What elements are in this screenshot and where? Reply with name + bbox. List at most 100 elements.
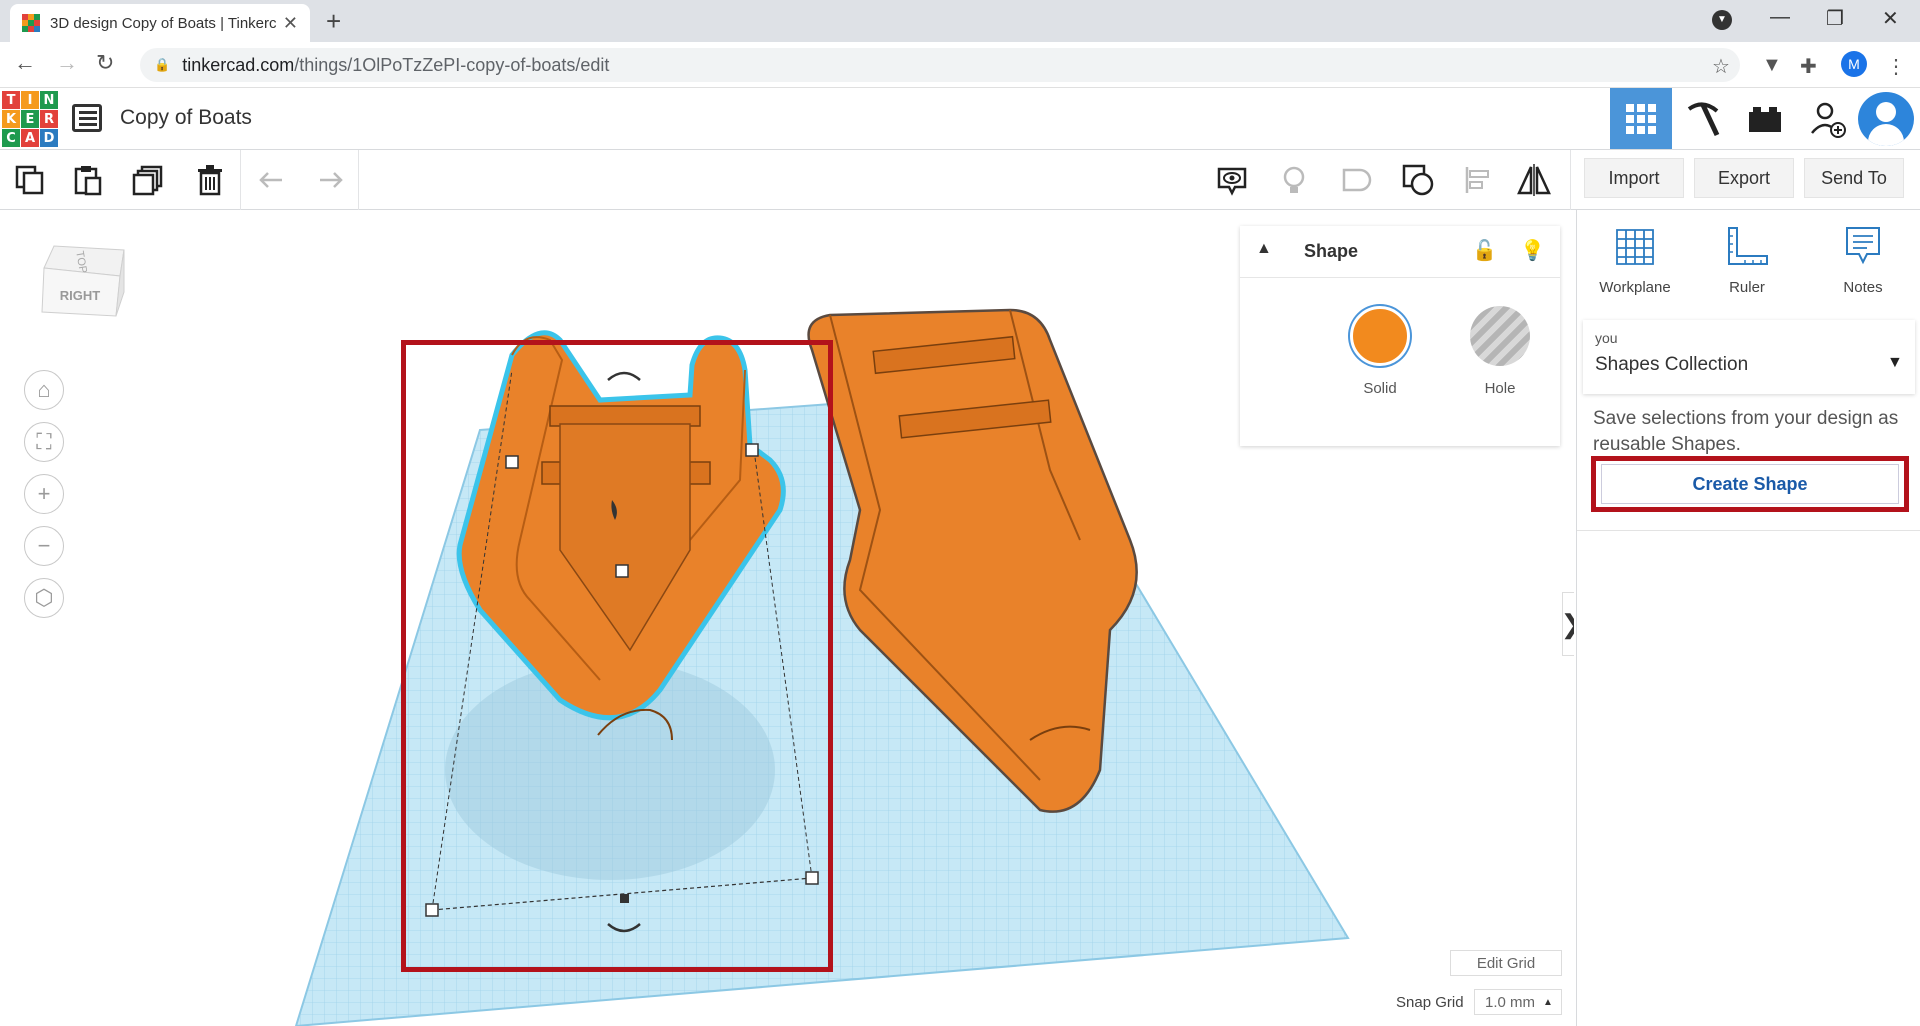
- bulb-icon[interactable]: [1276, 162, 1312, 198]
- logo-letter: I: [21, 91, 39, 109]
- group-icon[interactable]: [1338, 162, 1374, 198]
- align-icon[interactable]: [1460, 162, 1496, 198]
- collection-name: Shapes Collection: [1595, 354, 1749, 375]
- shapes-collection-dropdown[interactable]: you Shapes Collection ▼: [1583, 320, 1915, 394]
- app-header: TIN KER CAD Copy of Boats: [0, 88, 1920, 150]
- logo-letter: N: [40, 91, 58, 109]
- paste-icon[interactable]: [70, 162, 106, 198]
- pickaxe-button[interactable]: [1672, 88, 1734, 149]
- minimize-icon[interactable]: —: [1770, 6, 1790, 29]
- perspective-icon[interactable]: ⬡: [24, 578, 64, 618]
- logo-letter: R: [40, 110, 58, 128]
- import-button[interactable]: Import: [1584, 158, 1684, 198]
- edit-grid-button[interactable]: Edit Grid: [1450, 950, 1562, 976]
- add-user-icon: [1811, 102, 1846, 138]
- panel-divider: [1577, 530, 1920, 531]
- selection-highlight: [401, 340, 833, 972]
- home-view-icon[interactable]: ⌂: [24, 370, 64, 410]
- workplane-tool[interactable]: Workplane: [1587, 224, 1683, 296]
- notes-icon: [1846, 227, 1880, 265]
- duplicate-icon[interactable]: [130, 162, 166, 198]
- hole-swatch[interactable]: [1470, 306, 1530, 366]
- extensions-puzzle-icon[interactable]: ✚: [1800, 54, 1817, 79]
- bookmark-star-icon[interactable]: ☆: [1712, 54, 1730, 79]
- forward-icon[interactable]: →: [56, 50, 78, 76]
- close-window-icon[interactable]: ✕: [1882, 6, 1899, 31]
- url-path: /things/1OlPoTzZePI-copy-of-boats/edit: [294, 54, 610, 75]
- solid-option[interactable]: Solid: [1340, 306, 1420, 397]
- view-cube[interactable]: TOP RIGHT: [40, 240, 130, 330]
- redo-icon[interactable]: [312, 162, 348, 198]
- snap-grid-select[interactable]: 1.0 mm ▲: [1474, 989, 1562, 1015]
- address-bar: ← → ↻ 🔒 tinkercad.com/things/1OlPoTzZePI…: [0, 42, 1920, 88]
- design-title[interactable]: Copy of Boats: [120, 106, 252, 130]
- right-sidebar: Workplane Ruler Notes you Shapes Collect…: [1576, 210, 1920, 1026]
- bricks-icon: [1749, 106, 1781, 132]
- tinkercad-favicon-icon: [22, 14, 40, 32]
- notes-label: Notes: [1843, 279, 1883, 296]
- delete-icon[interactable]: [192, 162, 228, 198]
- tab-close-icon[interactable]: ✕: [283, 13, 298, 34]
- bricks-button[interactable]: [1734, 88, 1796, 149]
- back-icon[interactable]: ←: [14, 50, 36, 76]
- show-all-icon[interactable]: [1214, 162, 1250, 198]
- design-list-icon[interactable]: [72, 104, 102, 132]
- hide-shape-icon[interactable]: 💡: [1520, 238, 1545, 263]
- grid-view-icon: [1626, 103, 1656, 134]
- mirror-icon[interactable]: [1516, 162, 1552, 198]
- grid-view-button[interactable]: [1610, 88, 1672, 149]
- workplane-label: Workplane: [1599, 279, 1671, 296]
- notes-tool[interactable]: Notes: [1815, 224, 1911, 296]
- profile-avatar[interactable]: M: [1841, 51, 1867, 77]
- new-tab-icon[interactable]: +: [326, 6, 341, 37]
- lock-icon: 🔒: [154, 57, 171, 72]
- logo-letter: A: [21, 129, 39, 147]
- tab-search-icon[interactable]: ▼: [1712, 10, 1732, 30]
- export-button[interactable]: Export: [1694, 158, 1794, 198]
- logo-letter: E: [21, 110, 39, 128]
- undo-icon[interactable]: [254, 162, 290, 198]
- chevron-down-icon: ▼: [1887, 354, 1903, 371]
- solid-swatch[interactable]: [1350, 306, 1410, 366]
- lock-shape-icon[interactable]: 🔓: [1472, 238, 1497, 263]
- logo-letter: K: [2, 110, 20, 128]
- logo-letter: C: [2, 129, 20, 147]
- viewcube-right-label: RIGHT: [60, 288, 101, 303]
- browser-tab[interactable]: 3D design Copy of Boats | Tinkercad ✕: [10, 4, 310, 42]
- restore-icon[interactable]: ❐: [1826, 6, 1844, 31]
- create-shape-button[interactable]: Create Shape: [1601, 464, 1899, 504]
- zoom-out-icon[interactable]: −: [24, 526, 64, 566]
- tinkercad-logo[interactable]: TIN KER CAD: [2, 91, 58, 147]
- send-to-button[interactable]: Send To: [1804, 158, 1904, 198]
- ruler-icon: [1728, 227, 1768, 265]
- collapse-sidebar-icon[interactable]: ❯: [1561, 592, 1574, 656]
- url-host: tinkercad.com: [182, 54, 295, 75]
- extension-icon[interactable]: ▼: [1762, 54, 1782, 77]
- ruler-label: Ruler: [1729, 279, 1765, 296]
- collapse-panel-icon[interactable]: ▲: [1256, 240, 1272, 258]
- avatar-icon[interactable]: [1858, 92, 1914, 146]
- pickaxe-icon: [1687, 102, 1720, 136]
- browser-menu-icon[interactable]: ⋮: [1886, 54, 1906, 79]
- hole-option[interactable]: Hole: [1460, 306, 1540, 397]
- tab-title: 3D design Copy of Boats | Tinkercad: [50, 14, 277, 32]
- shape-inspector: ▲ Shape 🔓 💡 Solid Hole: [1240, 226, 1560, 446]
- collection-description: Save selections from your design as reus…: [1593, 408, 1899, 455]
- ruler-tool[interactable]: Ruler: [1699, 224, 1795, 296]
- design-workspace[interactable]: TOP RIGHT ⌂ ⛶ + − ⬡ ▲ Shape 🔓 💡 Solid Ho…: [0, 210, 1574, 1026]
- workplane-icon: [1616, 229, 1654, 265]
- collection-owner: you: [1595, 330, 1618, 346]
- reload-icon[interactable]: ↻: [96, 50, 114, 76]
- solid-label: Solid: [1363, 380, 1397, 397]
- ungroup-icon[interactable]: [1400, 162, 1436, 198]
- shape-panel-title: Shape: [1304, 241, 1359, 261]
- url-field[interactable]: 🔒 tinkercad.com/things/1OlPoTzZePI-copy-…: [140, 48, 1740, 82]
- logo-letter: T: [2, 91, 20, 109]
- snap-caret-icon: ▲: [1543, 996, 1553, 1008]
- copy-icon[interactable]: [12, 162, 48, 198]
- zoom-in-icon[interactable]: +: [24, 474, 64, 514]
- logo-letter: D: [40, 129, 58, 147]
- fit-view-icon[interactable]: ⛶: [24, 422, 64, 462]
- add-user-button[interactable]: [1796, 88, 1858, 149]
- edit-toolbar: Import Export Send To: [0, 150, 1920, 210]
